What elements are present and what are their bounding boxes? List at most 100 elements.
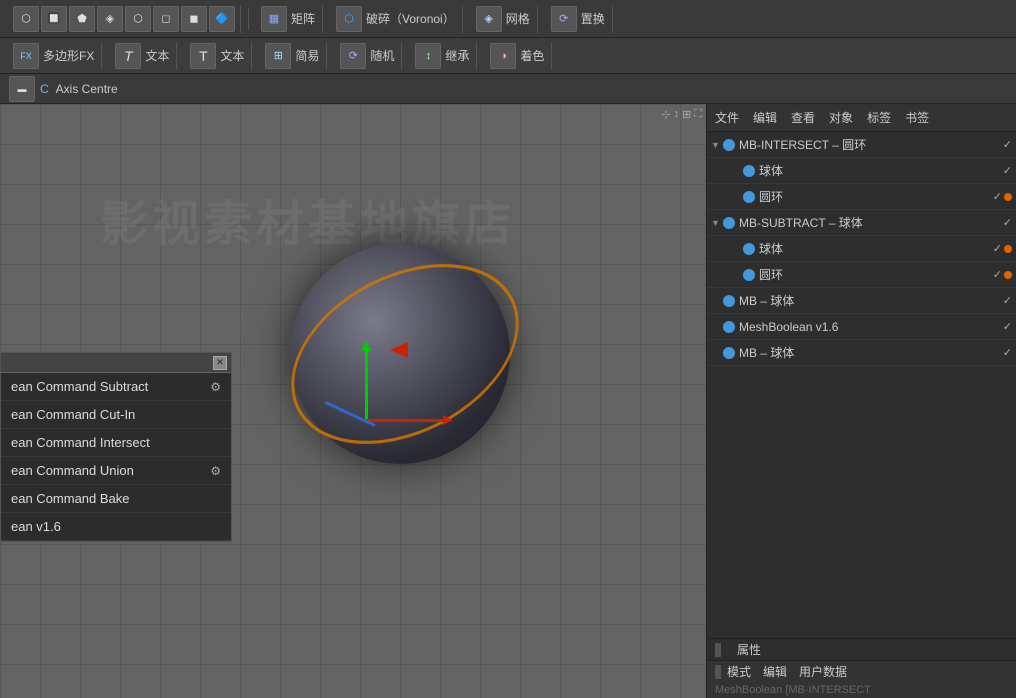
context-menu-item-3[interactable]: ean Command Union ⚙ <box>1 457 231 485</box>
context-menu-label-3: ean Command Union <box>11 463 134 478</box>
icon-voronoi[interactable]: ⬡ <box>336 6 362 32</box>
tree-right-torus-1: ✓ <box>993 190 1012 203</box>
icon-mesh[interactable]: ◈ <box>476 6 502 32</box>
icon-matrix[interactable]: ▦ <box>261 6 287 32</box>
polyfx-label[interactable]: 多边形FX <box>43 47 94 64</box>
viewport[interactable]: 影视素材基地旗店 ⊹ ↕ ⊞ ⛶ <box>0 104 706 698</box>
voronoi-label[interactable]: 破碎（Voronoi） <box>366 10 455 27</box>
icon-obj5[interactable]: ◼ <box>181 6 207 32</box>
icon-text1[interactable]: T <box>115 43 141 69</box>
matrix-label[interactable]: 矩阵 <box>291 10 315 27</box>
context-menu-item-4[interactable]: ean Command Bake <box>1 485 231 513</box>
icon-obj6[interactable]: 🔷 <box>209 6 235 32</box>
tree-right-mb-sphere: ✓ <box>1003 294 1012 307</box>
icon-random[interactable]: ⟳ <box>340 43 366 69</box>
icon-inherit[interactable]: ↕ <box>415 43 441 69</box>
icon-ground[interactable]: ▬ <box>9 76 35 102</box>
right-panel: 文件 编辑 查看 对象 标签 书签 ▼MB-INTERSECT – 圆环✓ 球体… <box>706 104 1016 698</box>
menu-file[interactable]: 文件 <box>715 109 739 126</box>
tree-check-sphere-1[interactable]: ✓ <box>1003 164 1012 177</box>
tree-check-sphere-2[interactable]: ✓ <box>993 242 1002 255</box>
icon-cloner[interactable]: ⬡ <box>13 6 39 32</box>
toolbar-group-voronoi: ⬡ 破碎（Voronoi） <box>331 5 463 33</box>
toolbar-group-polyfx: FX 多边形FX <box>8 42 102 70</box>
tree-expand-mb-intersect[interactable]: ▼ <box>711 140 723 150</box>
tree-item-torus-2[interactable]: 圆环✓ <box>707 262 1016 288</box>
menu-bookmark[interactable]: 书签 <box>905 109 929 126</box>
axis-y <box>365 349 368 419</box>
menu-object[interactable]: 对象 <box>829 109 853 126</box>
tree-expand-mb-subtract[interactable]: ▼ <box>711 218 723 228</box>
shade-label[interactable]: 着色 <box>520 47 544 64</box>
main-area: 影视素材基地旗店 ⊹ ↕ ⊞ ⛶ <box>0 104 1016 698</box>
menu-tag[interactable]: 标签 <box>867 109 891 126</box>
tree-dot-sphere-2 <box>743 243 755 255</box>
context-menu-gear-0[interactable]: ⚙ <box>210 380 221 394</box>
context-menu-label-5: ean v1.6 <box>11 519 61 534</box>
tree-item-mb-intersect[interactable]: ▼MB-INTERSECT – 圆环✓ <box>707 132 1016 158</box>
icon-shade[interactable]: ◑ <box>490 43 516 69</box>
viewport-icon-2[interactable]: ↕ <box>674 108 680 121</box>
tree-label-sphere-1: 球体 <box>759 162 1003 179</box>
icon-obj1[interactable]: ⬟ <box>69 6 95 32</box>
scene-tree[interactable]: ▼MB-INTERSECT – 圆环✓ 球体✓ 圆环✓▼MB-SUBTRACT … <box>707 132 1016 638</box>
tree-item-mb-sphere[interactable]: MB – 球体✓ <box>707 288 1016 314</box>
random-label[interactable]: 随机 <box>370 47 394 64</box>
context-menu-close-button[interactable]: ✕ <box>213 356 227 370</box>
simple-label[interactable]: 简易 <box>295 47 319 64</box>
context-menu-item-1[interactable]: ean Command Cut-In <box>1 401 231 429</box>
tree-right-mb-intersect: ✓ <box>1003 138 1012 151</box>
axis-label[interactable]: Axis Centre <box>56 82 118 96</box>
tree-item-torus-1[interactable]: 圆环✓ <box>707 184 1016 210</box>
icon-polyfx[interactable]: FX <box>13 43 39 69</box>
properties-userdata[interactable]: 用户数据 <box>799 663 847 680</box>
viewport-icon-3[interactable]: ⊞ <box>682 108 691 121</box>
axes-gizmo <box>315 349 415 449</box>
tree-label-meshboolean: MeshBoolean v1.6 <box>739 320 1003 334</box>
properties-edit[interactable]: 编辑 <box>763 663 787 680</box>
tree-check-mb-subtract[interactable]: ✓ <box>1003 216 1012 229</box>
tree-item-mb-sphere-2[interactable]: MB – 球体✓ <box>707 340 1016 366</box>
tree-item-mb-subtract[interactable]: ▼MB-SUBTRACT – 球体✓ <box>707 210 1016 236</box>
tree-label-sphere-2: 球体 <box>759 240 993 257</box>
top-toolbar: ⬡ 🔲 ⬟ ◈ ⬡ ◻ ◼ 🔷 ▦ 矩阵 ⬡ 破碎（Voronoi） ◈ 网格 … <box>0 0 1016 38</box>
icon-fracture[interactable]: 🔲 <box>41 6 67 32</box>
context-menu-item-5[interactable]: ean v1.6 <box>1 513 231 541</box>
tree-check-torus-2[interactable]: ✓ <box>993 268 1002 281</box>
context-menu-label-1: ean Command Cut-In <box>11 407 135 422</box>
icon-simple[interactable]: ⊞ <box>265 43 291 69</box>
context-menu-item-0[interactable]: ean Command Subtract⚙ <box>1 373 231 401</box>
text2-label[interactable]: 文本 <box>220 47 244 64</box>
tree-label-torus-1: 圆环 <box>759 188 993 205</box>
tree-item-sphere-1[interactable]: 球体✓ <box>707 158 1016 184</box>
menu-view[interactable]: 查看 <box>791 109 815 126</box>
icon-text2[interactable]: T <box>190 43 216 69</box>
context-menu-item-2[interactable]: ean Command Intersect <box>1 429 231 457</box>
viewport-icons: ⊹ ↕ ⊞ ⛶ <box>661 108 702 121</box>
tree-right-mb-sphere-2: ✓ <box>1003 346 1012 359</box>
viewport-icon-4[interactable]: ⛶ <box>694 108 702 121</box>
toolbar-group-matrix: ▦ 矩阵 <box>256 5 323 33</box>
menu-edit[interactable]: 编辑 <box>753 109 777 126</box>
tree-orange-dot-sphere-2 <box>1004 245 1012 253</box>
tree-check-torus-1[interactable]: ✓ <box>993 190 1002 203</box>
tree-check-mb-intersect[interactable]: ✓ <box>1003 138 1012 151</box>
tree-check-mb-sphere[interactable]: ✓ <box>1003 294 1012 307</box>
displace-label[interactable]: 置换 <box>581 10 605 27</box>
properties-mode[interactable]: 模式 <box>727 663 751 680</box>
text1-label[interactable]: 文本 <box>145 47 169 64</box>
icon-obj3[interactable]: ⬡ <box>125 6 151 32</box>
tree-item-sphere-2[interactable]: 球体✓ <box>707 236 1016 262</box>
context-menu-gear-3[interactable]: ⚙ <box>210 464 221 478</box>
tree-dot-torus-1 <box>743 191 755 203</box>
icon-obj4[interactable]: ◻ <box>153 6 179 32</box>
mesh-label[interactable]: 网格 <box>506 10 530 27</box>
icon-displace[interactable]: ⟳ <box>551 6 577 32</box>
tree-item-meshboolean[interactable]: MeshBoolean v1.6✓ <box>707 314 1016 340</box>
tree-check-mb-sphere-2[interactable]: ✓ <box>1003 346 1012 359</box>
tree-check-meshboolean[interactable]: ✓ <box>1003 320 1012 333</box>
axis-x-arrow <box>443 415 453 425</box>
icon-obj2[interactable]: ◈ <box>97 6 123 32</box>
viewport-icon-1[interactable]: ⊹ <box>661 108 670 121</box>
inherit-label[interactable]: 继承 <box>445 47 469 64</box>
